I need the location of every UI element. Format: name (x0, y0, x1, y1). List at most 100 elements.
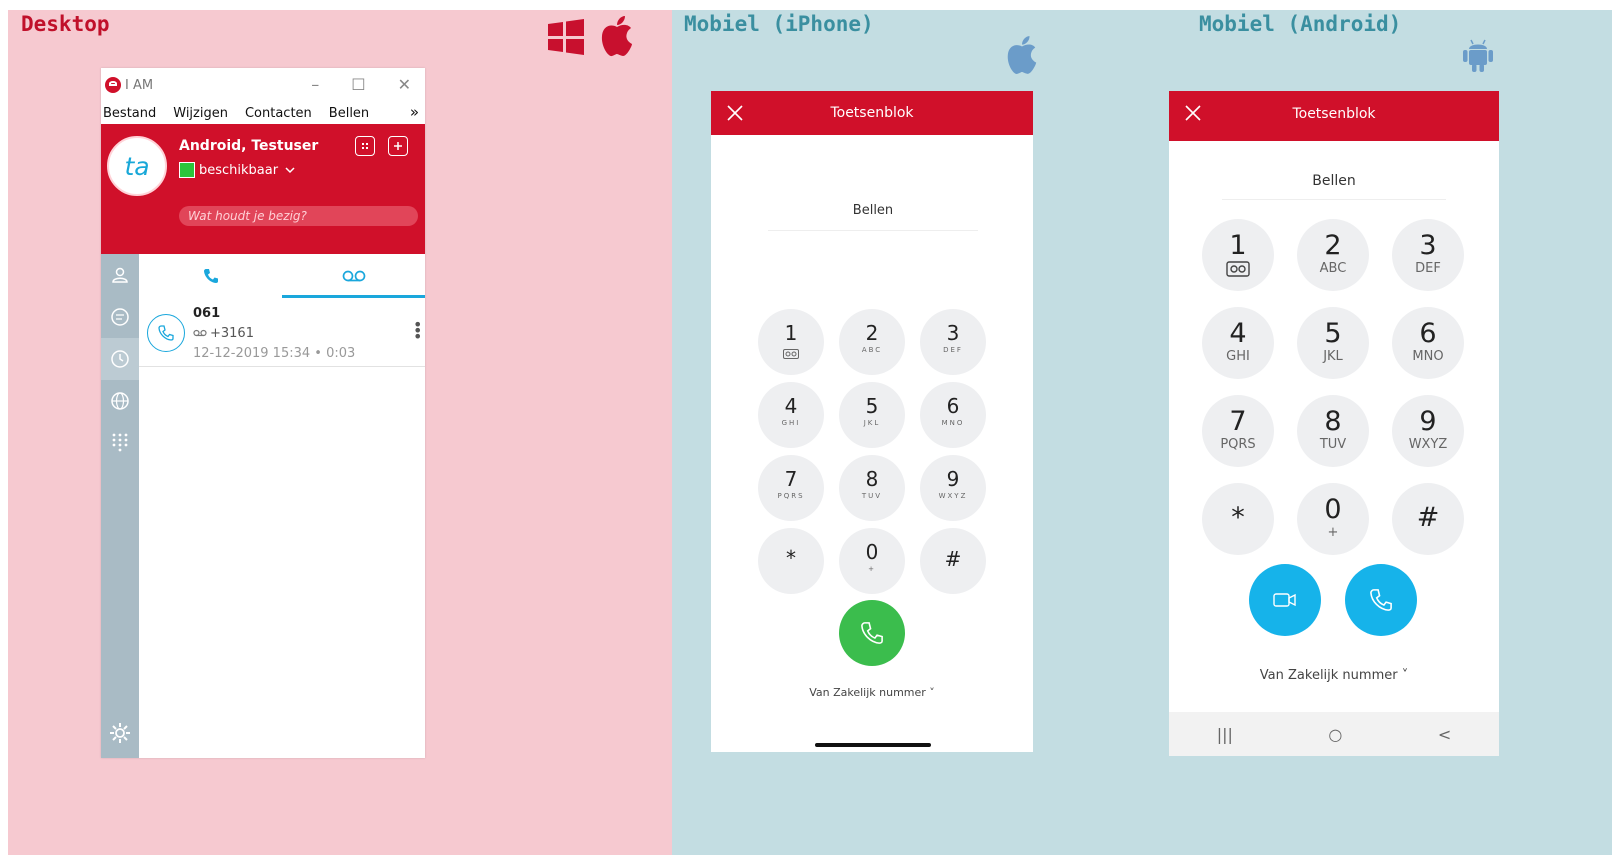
close-icon[interactable] (1183, 103, 1203, 123)
android-key-9[interactable]: 9 WXYZ (1392, 395, 1464, 467)
window-title: I AM (125, 77, 154, 93)
call-number: 061 (193, 306, 221, 321)
menu-wijzigen[interactable]: Wijzigen (173, 106, 228, 121)
list-item[interactable]: 061 +3161 12-12-2019 15:34 • 0:03 • • • (139, 298, 425, 367)
settings-button[interactable] (101, 718, 139, 748)
status-label: beschikbaar (199, 162, 279, 178)
status-indicator-icon (179, 162, 195, 178)
iphone-key-0[interactable]: 0 + (839, 528, 905, 594)
iphone-call-button[interactable] (839, 600, 905, 666)
sidebar-item-contacts[interactable] (101, 254, 139, 296)
video-camera-icon (1273, 593, 1296, 607)
recent-apps-button[interactable]: ||| (1217, 725, 1233, 744)
phone-icon (1370, 589, 1392, 611)
call-sub-text: +3161 (210, 326, 254, 341)
phone-icon (861, 622, 883, 644)
iphone-screen: Toetsenblok Bellen 1 2 ABC 3 DEF 4 GHI 5 JKL… (711, 91, 1033, 752)
phone-icon (203, 269, 218, 283)
iphone-number-input[interactable]: Bellen (768, 203, 978, 231)
android-screen: Toetsenblok Bellen 1 2 ABC 3 DEF 4 GHI 5 JKL… (1169, 91, 1499, 756)
android-key-1[interactable]: 1 (1202, 219, 1274, 291)
android-video-call-button[interactable] (1249, 564, 1321, 636)
globe-icon (111, 392, 129, 410)
profile-name: Android, Testuser (179, 138, 319, 154)
close-icon[interactable] (725, 103, 745, 123)
menu-overflow-button[interactable]: » (410, 103, 419, 121)
android-key-star[interactable]: * (1202, 483, 1274, 555)
call-datetime: 12-12-2019 15:34 • 0:03 (193, 346, 356, 361)
windows-logo-icon (548, 19, 584, 55)
back-button[interactable]: < (1438, 725, 1451, 744)
tab-calls[interactable] (139, 254, 282, 298)
sidebar-item-dialpad[interactable] (101, 422, 139, 464)
home-button[interactable]: ○ (1328, 725, 1342, 744)
contacts-icon (112, 267, 128, 283)
menu-bestand[interactable]: Bestand (103, 106, 156, 121)
sidebar-item-chat[interactable] (101, 296, 139, 338)
profile-header: ta Android, Testuser beschikbaar Wat hou… (101, 124, 425, 254)
avatar[interactable]: ta (107, 136, 167, 196)
iphone-key-4[interactable]: 4 GHI (758, 382, 824, 448)
android-nav-bar: ||| ○ < (1169, 712, 1499, 756)
home-indicator (815, 743, 931, 747)
android-number-input[interactable]: Bellen (1222, 173, 1446, 200)
menu-bellen[interactable]: Bellen (329, 106, 369, 121)
tab-voicemail[interactable] (282, 254, 425, 298)
android-logo-icon (1463, 39, 1493, 72)
iphone-key-9[interactable]: 9 WXYZ (920, 455, 986, 521)
android-key-0[interactable]: 0 + (1297, 483, 1369, 555)
plus-icon (394, 142, 402, 150)
apple-logo-icon (601, 16, 632, 57)
app-logo-icon (105, 77, 121, 93)
dialpad-icon (112, 433, 128, 452)
call-subnumber: +3161 (193, 326, 254, 341)
sidebar (101, 254, 139, 758)
iphone-key-7[interactable]: 7 PQRS (758, 455, 824, 521)
window-titlebar: I AM – ☐ ✕ (101, 68, 425, 102)
iphone-section-title: Mobiel (iPhone) (684, 12, 874, 36)
iphone-key-6[interactable]: 6 MNO (920, 382, 986, 448)
android-key-3[interactable]: 3 DEF (1392, 219, 1464, 291)
iphone-key-8[interactable]: 8 TUV (839, 455, 905, 521)
iphone-header: Toetsenblok (711, 91, 1033, 135)
more-options-button[interactable]: • • • (413, 317, 422, 345)
iphone-key-1[interactable]: 1 (758, 309, 824, 375)
call-avatar (147, 314, 185, 352)
apple-logo-icon (1007, 36, 1037, 74)
android-caller-id-select[interactable]: Van Zakelijk nummer ˅ (1169, 668, 1499, 683)
add-button[interactable] (388, 136, 408, 156)
android-key-hash[interactable]: # (1392, 483, 1464, 555)
android-header: Toetsenblok (1169, 91, 1499, 141)
building-button[interactable] (355, 136, 375, 156)
android-key-6[interactable]: 6 MNO (1392, 307, 1464, 379)
status-message-input[interactable]: Wat houdt je bezig? (179, 206, 418, 226)
sidebar-item-history[interactable] (101, 338, 139, 380)
history-icon (111, 350, 129, 368)
android-key-5[interactable]: 5 JKL (1297, 307, 1369, 379)
android-call-button[interactable] (1345, 564, 1417, 636)
iphone-key-hash[interactable]: # (920, 528, 986, 594)
menubar: Bestand Wijzigen Contacten Bellen » (101, 102, 425, 124)
android-key-8[interactable]: 8 TUV (1297, 395, 1369, 467)
iphone-key-star[interactable]: * (758, 528, 824, 594)
close-button[interactable]: ✕ (398, 75, 411, 94)
chat-icon (111, 308, 129, 326)
desktop-app-window: I AM – ☐ ✕ Bestand Wijzigen Contacten Be… (101, 68, 425, 758)
chevron-down-icon (285, 167, 295, 174)
android-key-2[interactable]: 2 ABC (1297, 219, 1369, 291)
desktop-section-title: Desktop (21, 12, 110, 36)
maximize-button[interactable]: ☐ (351, 75, 365, 94)
android-key-4[interactable]: 4 GHI (1202, 307, 1274, 379)
android-key-7[interactable]: 7 PQRS (1202, 395, 1274, 467)
minimize-button[interactable]: – (311, 75, 319, 94)
status-dropdown[interactable]: beschikbaar (179, 162, 297, 178)
iphone-caller-id-select[interactable]: Van Zakelijk nummer ˅ (711, 686, 1033, 699)
voicemail-icon (1226, 261, 1250, 277)
voicemail-icon (342, 270, 365, 282)
iphone-key-2[interactable]: 2 ABC (839, 309, 905, 375)
sidebar-item-globe[interactable] (101, 380, 139, 422)
iphone-header-title: Toetsenblok (830, 105, 914, 121)
iphone-key-5[interactable]: 5 JKL (839, 382, 905, 448)
menu-contacten[interactable]: Contacten (245, 106, 312, 121)
iphone-key-3[interactable]: 3 DEF (920, 309, 986, 375)
